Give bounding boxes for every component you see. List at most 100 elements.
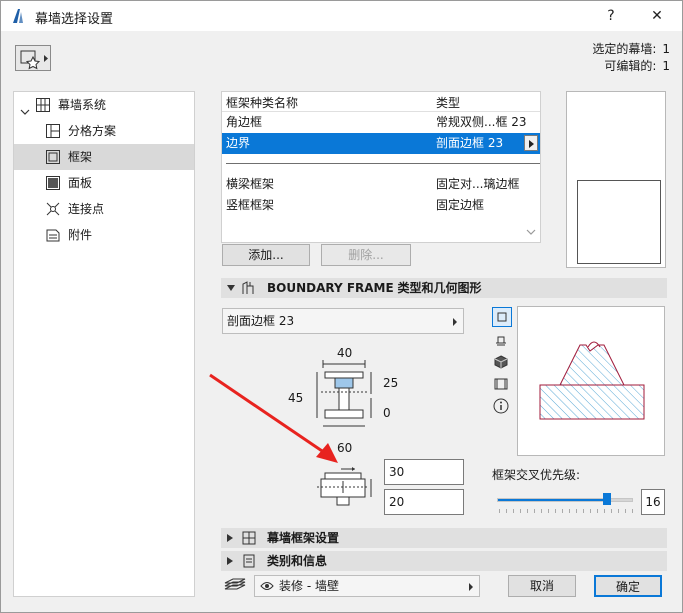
sidebar-item-label: 面板 bbox=[68, 176, 93, 190]
frame-type-value: 剖面边框 23 bbox=[227, 314, 295, 328]
collapsed-triangle-icon bbox=[227, 557, 233, 565]
section-subtitle: 类型和几何图形 bbox=[397, 281, 482, 295]
document-icon bbox=[243, 554, 255, 568]
curtain-wall-frame-icon bbox=[242, 531, 256, 545]
slider-ticks bbox=[499, 509, 633, 513]
list-divider bbox=[226, 163, 540, 164]
section-title: BOUNDARY FRAME bbox=[267, 281, 394, 295]
delete-button[interactable]: 删除... bbox=[321, 244, 411, 266]
editable-count: 1 bbox=[662, 59, 670, 73]
3d-view-button[interactable] bbox=[492, 353, 512, 373]
editable-label: 可编辑的: bbox=[604, 59, 657, 73]
add-button[interactable]: 添加... bbox=[222, 244, 310, 266]
sidebar-item-curtain-wall-system[interactable]: 幕墙系统 bbox=[14, 92, 194, 118]
frame-class-list: 框架种类名称 类型 角边框 常规双侧...框 23 边界 剖面边框 23 横梁框… bbox=[221, 91, 541, 243]
sidebar-item-label: 连接点 bbox=[68, 202, 105, 216]
priority-slider-thumb[interactable] bbox=[603, 493, 611, 505]
section-title: 幕墙框架设置 bbox=[267, 531, 340, 545]
preview-panel-outline bbox=[577, 180, 661, 264]
priority-value[interactable]: 16 bbox=[641, 489, 665, 515]
row-name: 横梁框架 bbox=[226, 177, 275, 191]
section-frame-settings[interactable]: 幕墙框架设置 bbox=[221, 528, 667, 548]
list-header: 框架种类名称 类型 bbox=[222, 92, 540, 112]
window-title: 幕墙选择设置 bbox=[35, 12, 114, 27]
dim-top: 40 bbox=[337, 346, 353, 360]
wall-preview bbox=[566, 91, 666, 268]
selection-info: 选定的幕墙: 1 可编辑的: 1 bbox=[586, 41, 670, 75]
section-classification[interactable]: 类别和信息 bbox=[221, 551, 667, 571]
selected-count: 1 bbox=[662, 42, 670, 56]
profile-view-icon bbox=[496, 336, 506, 346]
section-title: 类别和信息 bbox=[267, 554, 328, 568]
ok-button[interactable]: 确定 bbox=[594, 575, 662, 597]
sidebar-item-label: 附件 bbox=[68, 228, 93, 242]
sidebar-item-panel[interactable]: 面板 bbox=[14, 170, 194, 196]
row-type: 剖面边框 23 bbox=[436, 136, 504, 150]
list-item-selected[interactable]: 边界 剖面边框 23 bbox=[222, 133, 540, 154]
dim-right-top: 25 bbox=[383, 376, 399, 390]
collapsed-triangle-icon bbox=[227, 534, 233, 542]
sidebar-item-label: 分格方案 bbox=[68, 124, 117, 138]
sidebar-item-label: 框架 bbox=[68, 150, 93, 164]
frame-depth-input[interactable]: 20 bbox=[384, 489, 464, 515]
plan-view-button[interactable] bbox=[492, 307, 512, 327]
cube-icon bbox=[494, 355, 508, 369]
annotation-arrow bbox=[209, 373, 338, 463]
row-name: 竖框框架 bbox=[226, 198, 275, 212]
frame-width-input[interactable]: 30 bbox=[384, 459, 464, 485]
column-header-type: 类型 bbox=[436, 96, 461, 110]
sidebar-item-frame[interactable]: 框架 bbox=[14, 144, 194, 170]
info-icon bbox=[493, 398, 509, 414]
section-view-button[interactable] bbox=[492, 331, 512, 351]
expanded-triangle-icon bbox=[227, 285, 235, 291]
title-bar: 幕墙选择设置 ? ✕ bbox=[1, 1, 682, 31]
archicad-logo-icon bbox=[13, 9, 23, 23]
column-header-name: 框架种类名称 bbox=[226, 96, 299, 110]
dropdown-arrow-icon bbox=[469, 583, 473, 591]
list-item[interactable]: 角边框 常规双侧...框 23 bbox=[222, 112, 540, 133]
priority-slider-fill bbox=[498, 499, 607, 501]
close-button[interactable]: ✕ bbox=[645, 5, 669, 27]
layer-value: 装修 - 墙壁 bbox=[279, 579, 339, 593]
layer-icon bbox=[224, 578, 246, 590]
film-view-button[interactable] bbox=[492, 375, 512, 395]
sidebar-item-scheme[interactable]: 分格方案 bbox=[14, 118, 194, 144]
accessory-icon bbox=[46, 229, 60, 242]
sidebar-item-label: 幕墙系统 bbox=[58, 98, 107, 112]
priority-label: 框架交叉优先级: bbox=[492, 468, 581, 482]
list-item[interactable]: 横梁框架 固定对...璃边框 bbox=[222, 174, 540, 195]
help-button[interactable]: ? bbox=[599, 5, 623, 27]
layer-dropdown[interactable]: 装修 - 墙壁 bbox=[254, 575, 480, 597]
dialog-window: 幕墙选择设置 ? ✕ 选定的幕墙: 1 可编辑的: 1 幕墙系统 分格方案 框架… bbox=[0, 0, 683, 613]
info-button[interactable] bbox=[492, 397, 512, 417]
frame-icon bbox=[46, 150, 60, 164]
panel-icon bbox=[46, 176, 60, 190]
junction-icon bbox=[46, 202, 60, 216]
grid-icon bbox=[36, 98, 50, 112]
frame-section-preview bbox=[517, 306, 665, 456]
row-name: 角边框 bbox=[226, 115, 263, 129]
selected-label: 选定的幕墙: bbox=[592, 42, 657, 56]
scroll-down-icon[interactable] bbox=[526, 228, 536, 236]
settings-sidebar: 幕墙系统 分格方案 框架 面板 连接点 附件 bbox=[13, 91, 195, 597]
section-boundary-frame[interactable]: BOUNDARY FRAME 类型和几何图形 bbox=[221, 278, 667, 298]
cancel-button[interactable]: 取消 bbox=[508, 575, 576, 597]
favorites-button[interactable] bbox=[15, 45, 51, 71]
row-type: 固定边框 bbox=[436, 198, 485, 212]
frame-profile-drawing bbox=[539, 341, 645, 420]
row-type: 常规双侧...框 23 bbox=[436, 115, 527, 129]
dim-right-bottom: 0 bbox=[383, 406, 391, 420]
frame-profile-icon bbox=[242, 281, 254, 294]
sidebar-item-accessory[interactable]: 附件 bbox=[14, 222, 194, 248]
row-menu-arrow-icon[interactable] bbox=[524, 135, 538, 151]
row-type: 固定对...璃边框 bbox=[436, 177, 520, 191]
film-strip-icon bbox=[494, 378, 508, 390]
square-view-icon bbox=[497, 312, 507, 322]
list-item[interactable]: 竖框框架 固定边框 bbox=[222, 195, 540, 216]
priority-slider[interactable] bbox=[497, 498, 633, 502]
sidebar-item-junction[interactable]: 连接点 bbox=[14, 196, 194, 222]
row-name: 边界 bbox=[226, 136, 251, 150]
frame-size-diagram bbox=[317, 467, 372, 506]
dropdown-arrow-icon bbox=[453, 318, 457, 326]
frame-type-dropdown[interactable]: 剖面边框 23 bbox=[222, 308, 464, 334]
